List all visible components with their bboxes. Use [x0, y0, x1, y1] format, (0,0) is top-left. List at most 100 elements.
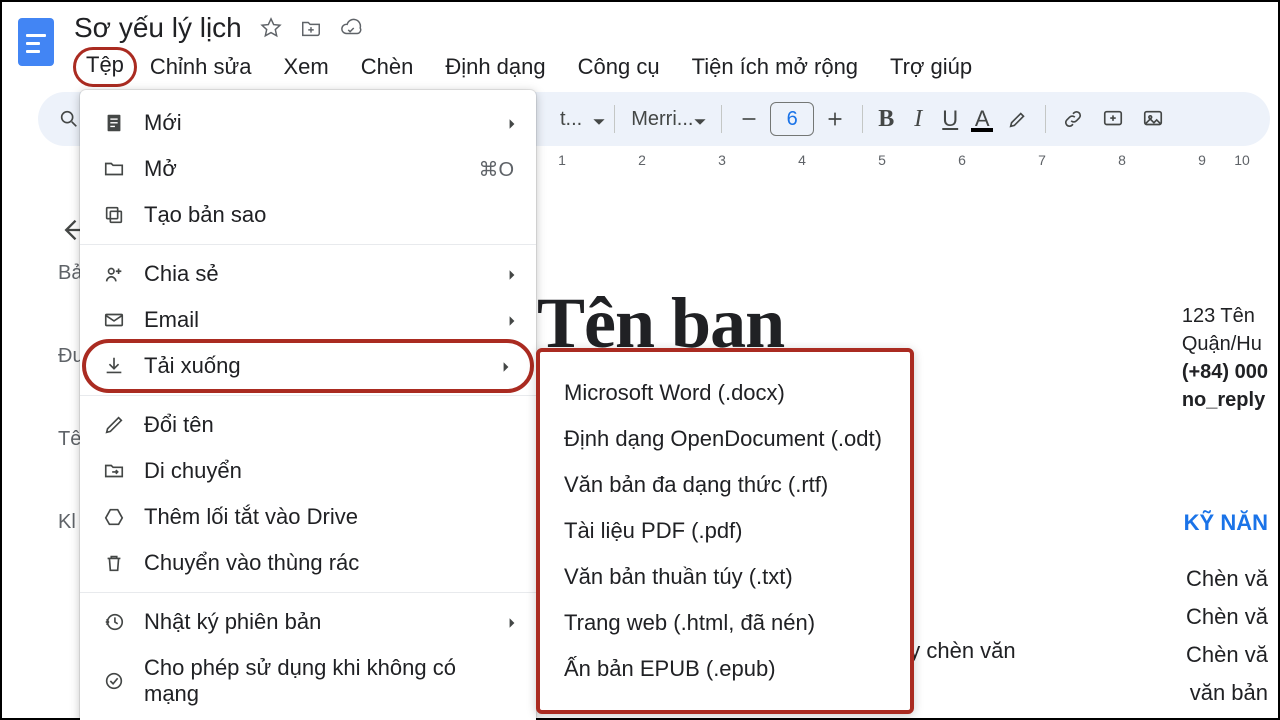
menu-move-to-trash[interactable]: Chuyển vào thùng rác: [80, 540, 536, 586]
add-comment-button[interactable]: [1094, 100, 1132, 138]
separator: [862, 105, 863, 133]
offline-icon: [102, 669, 126, 693]
decrease-font-size[interactable]: [730, 100, 768, 138]
docs-logo-icon: [18, 18, 54, 66]
move-folder-icon[interactable]: [300, 17, 322, 39]
phone-line: (+84) 000: [1182, 358, 1268, 386]
menu-insert[interactable]: Chèn: [345, 50, 430, 84]
menu-help[interactable]: Trợ giúp: [874, 50, 988, 84]
menu-label: Nhật ký phiên bản: [144, 609, 321, 635]
submenu-arrow-icon: [506, 110, 518, 136]
menu-label: Cho phép sử dụng khi không có mạng: [144, 655, 514, 707]
menu-separator: [80, 592, 536, 593]
ruler-tick: 8: [1118, 152, 1126, 168]
menu-make-copy[interactable]: Tạo bản sao: [80, 192, 536, 238]
cloud-status-icon[interactable]: [340, 17, 362, 39]
skill-item[interactable]: Chèn vă: [1186, 566, 1268, 592]
paragraph-style-dropdown[interactable]: t...: [552, 108, 590, 131]
skill-item[interactable]: Chèn vă: [1186, 604, 1268, 630]
menu-format[interactable]: Định dạng: [429, 50, 561, 84]
download-epub[interactable]: Ấn bản EPUB (.epub): [540, 646, 910, 692]
download-html[interactable]: Trang web (.html, đã nén): [540, 600, 910, 646]
menu-move[interactable]: Di chuyển: [80, 448, 536, 494]
menu-rename[interactable]: Đổi tên: [80, 402, 536, 448]
menu-label: Chuyển vào thùng rác: [144, 550, 359, 576]
separator: [721, 105, 722, 133]
menu-label: Chia sẻ: [144, 261, 219, 287]
ruler-tick: 1: [558, 152, 566, 168]
drive-shortcut-icon: [102, 505, 126, 529]
address-line: 123 Tên: [1182, 302, 1268, 330]
paragraph-style-label: t...: [560, 108, 582, 131]
italic-button[interactable]: I: [903, 106, 933, 133]
download-txt[interactable]: Văn bản thuần túy (.txt): [540, 554, 910, 600]
submenu-arrow-icon: [506, 307, 518, 333]
keyboard-shortcut: ⌘O: [478, 157, 514, 182]
increase-font-size[interactable]: [816, 100, 854, 138]
document-address-block[interactable]: 123 Tên Quận/Hu (+84) 000 no_reply: [1182, 302, 1268, 414]
menu-separator: [80, 244, 536, 245]
text-color-button[interactable]: A: [967, 106, 997, 132]
menu-extensions[interactable]: Tiện ích mở rộng: [676, 50, 874, 84]
docs-logo[interactable]: [14, 14, 58, 70]
submenu-arrow-icon: [506, 609, 518, 635]
download-docx[interactable]: Microsoft Word (.docx): [540, 370, 910, 416]
document-body-text[interactable]: ãy chèn văn: [897, 638, 1016, 664]
file-menu-dropdown: Mới Mở ⌘O Tạo bản sao Chia sẻ Email Tải …: [80, 90, 536, 720]
chevron-down-icon: [693, 112, 707, 126]
insert-image-button[interactable]: [1134, 100, 1172, 138]
ruler-tick: 7: [1038, 152, 1046, 168]
ruler-tick: 9: [1198, 152, 1206, 168]
menu-version-history[interactable]: Nhật ký phiên bản: [80, 599, 536, 645]
menu-add-shortcut-drive[interactable]: Thêm lối tắt vào Drive: [80, 494, 536, 540]
separator: [614, 105, 615, 133]
move-icon: [102, 459, 126, 483]
menu-label: Mở: [144, 156, 177, 182]
download-rtf[interactable]: Văn bản đa dạng thức (.rtf): [540, 462, 910, 508]
menu-view[interactable]: Xem: [267, 50, 344, 84]
menu-tools[interactable]: Công cụ: [562, 50, 676, 84]
download-odt[interactable]: Định dạng OpenDocument (.odt): [540, 416, 910, 462]
skill-item[interactable]: văn bản: [1190, 680, 1268, 706]
document-icon: [102, 111, 126, 135]
menu-download[interactable]: Tải xuống: [86, 343, 530, 389]
ruler-tick: 3: [718, 152, 726, 168]
address-line: Quận/Hu: [1182, 330, 1268, 358]
highlight-button[interactable]: [999, 100, 1037, 138]
menu-open[interactable]: Mở ⌘O: [80, 146, 536, 192]
font-label: Merri...: [631, 108, 693, 131]
menu-label: Email: [144, 307, 199, 333]
copy-icon: [102, 203, 126, 227]
star-icon[interactable]: [260, 17, 282, 39]
skill-item[interactable]: Chèn vă: [1186, 642, 1268, 668]
submenu-arrow-icon: [506, 261, 518, 287]
menu-label: Thêm lối tắt vào Drive: [144, 504, 358, 530]
menu-email[interactable]: Email: [80, 297, 536, 343]
insert-link-button[interactable]: [1054, 100, 1092, 138]
font-size-input[interactable]: 6: [770, 102, 814, 136]
menu-offline[interactable]: Cho phép sử dụng khi không có mạng: [80, 645, 536, 717]
chevron-down-icon: [592, 112, 606, 126]
bold-button[interactable]: B: [871, 106, 901, 133]
ruler-tick: 2: [638, 152, 646, 168]
trash-icon: [102, 551, 126, 575]
ruler-tick: 10: [1234, 152, 1250, 168]
history-icon: [102, 610, 126, 634]
ruler-tick: 4: [798, 152, 806, 168]
font-dropdown[interactable]: Merri...: [623, 108, 713, 131]
menu-bar: Tệp Chỉnh sửa Xem Chèn Định dạng Công cụ…: [74, 46, 1266, 90]
share-icon: [102, 262, 126, 286]
menu-edit[interactable]: Chỉnh sửa: [134, 50, 268, 84]
submenu-arrow-icon: [500, 353, 512, 379]
underline-button[interactable]: U: [935, 106, 965, 132]
download-submenu: Microsoft Word (.docx) Định dạng OpenDoc…: [536, 348, 914, 714]
download-icon: [102, 354, 126, 378]
download-pdf[interactable]: Tài liệu PDF (.pdf): [540, 508, 910, 554]
menu-label: Đổi tên: [144, 412, 214, 438]
document-title[interactable]: Sơ yếu lý lịch: [74, 12, 242, 44]
menu-new[interactable]: Mới: [80, 100, 536, 146]
menu-file[interactable]: Tệp: [76, 50, 134, 84]
skills-heading[interactable]: KỸ NĂN: [1184, 510, 1268, 536]
menu-label: Mới: [144, 110, 182, 136]
menu-share[interactable]: Chia sẻ: [80, 251, 536, 297]
